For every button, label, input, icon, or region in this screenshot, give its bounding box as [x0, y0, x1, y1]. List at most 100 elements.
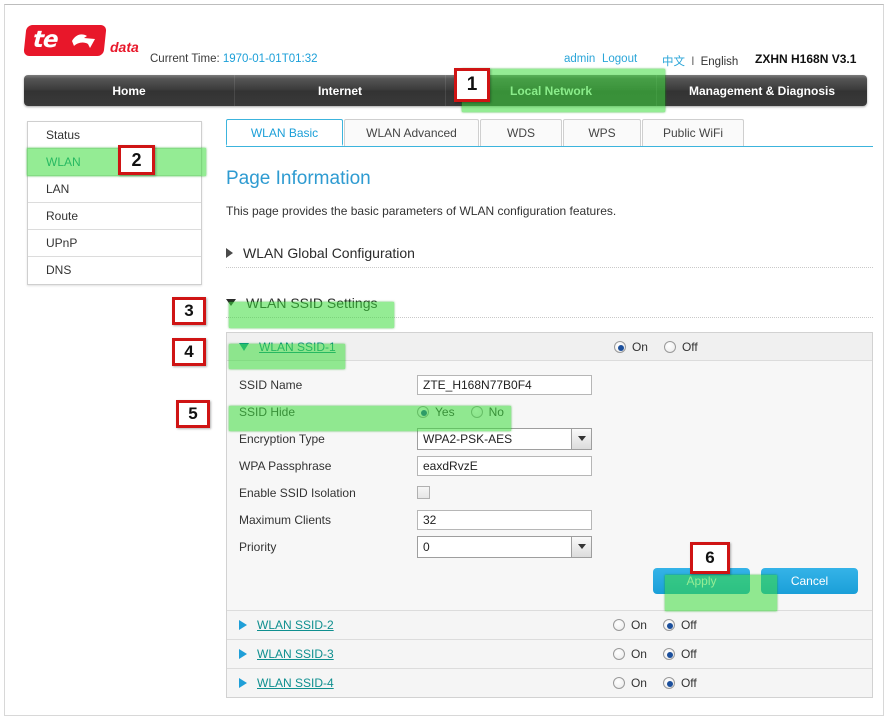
- highlight-overlay-ssid-1: [229, 344, 345, 369]
- ssid-1-off-label: Off: [682, 340, 698, 354]
- chevron-right-icon: [239, 649, 247, 659]
- annotation-badge-6: 6: [690, 542, 730, 574]
- ssid-4-radio-on[interactable]: [613, 677, 625, 689]
- ssid-name-input[interactable]: ZTE_H168N77B0F4: [417, 375, 592, 395]
- ssid-2-row[interactable]: WLAN SSID-2 On Off: [227, 610, 872, 639]
- ssid-2-link[interactable]: WLAN SSID-2: [257, 618, 334, 632]
- field-row-maximum-clients: Maximum Clients 32: [227, 506, 872, 533]
- ssid-name-label: SSID Name: [239, 378, 417, 392]
- sidebar-item-lan-label: LAN: [46, 182, 69, 196]
- nav-item-home-label: Home: [112, 84, 145, 98]
- logout-link[interactable]: Logout: [602, 53, 637, 65]
- tab-wlan-advanced[interactable]: WLAN Advanced: [344, 119, 479, 146]
- tab-public-wifi[interactable]: Public WiFi: [642, 119, 744, 146]
- nav-item-management-diagnosis[interactable]: Management & Diagnosis: [657, 75, 867, 106]
- field-row-ssid-isolation: Enable SSID Isolation: [227, 479, 872, 506]
- sidebar-item-status[interactable]: Status: [28, 122, 201, 149]
- sidebar-menu: Status WLAN LAN Route UPnP DNS: [27, 121, 202, 285]
- ssid-3-radio-on[interactable]: [613, 648, 625, 660]
- ssid-1-radio-off[interactable]: [664, 341, 676, 353]
- ssid-3-link[interactable]: WLAN SSID-3: [257, 647, 334, 661]
- ssid-2-on-label: On: [631, 618, 647, 632]
- highlight-overlay-apply: [665, 575, 777, 611]
- sidebar-item-route[interactable]: Route: [28, 203, 201, 230]
- tedata-logo: te data: [25, 25, 125, 59]
- wpa-passphrase-input[interactable]: eaxdRvzE: [417, 456, 592, 476]
- ssid-3-row[interactable]: WLAN SSID-3 On Off: [227, 639, 872, 668]
- annotation-badge-3: 3: [172, 297, 206, 325]
- lang-chinese-link[interactable]: 中文: [662, 56, 685, 68]
- sidebar-item-dns[interactable]: DNS: [28, 257, 201, 284]
- page-title: Page Information: [226, 168, 873, 190]
- page-description: This page provides the basic parameters …: [226, 204, 873, 218]
- current-time-value: 1970-01-01T01:32: [223, 53, 318, 65]
- ssid-4-link[interactable]: WLAN SSID-4: [257, 676, 334, 690]
- tab-strip: WLAN Basic WLAN Advanced WDS WPS Public …: [226, 119, 873, 146]
- admin-user: admin: [564, 53, 595, 65]
- tab-wlan-basic[interactable]: WLAN Basic: [226, 119, 343, 146]
- tab-wds[interactable]: WDS: [480, 119, 562, 146]
- nav-item-home[interactable]: Home: [24, 75, 235, 106]
- sidebar-item-lan[interactable]: LAN: [28, 176, 201, 203]
- ssid-4-onoff-group: On Off: [493, 676, 713, 690]
- sidebar-item-route-label: Route: [46, 209, 78, 223]
- highlight-overlay-local-network: [462, 69, 665, 112]
- section-wlan-global-configuration[interactable]: WLAN Global Configuration: [226, 244, 873, 268]
- tab-wds-label: WDS: [507, 126, 535, 140]
- device-model: ZXHN H168N V3.1: [755, 52, 856, 66]
- ssid-4-on-label: On: [631, 676, 647, 690]
- annotation-badge-4: 4: [172, 338, 206, 366]
- language-switcher[interactable]: 中文 I English: [662, 53, 738, 69]
- field-row-wpa-passphrase: WPA Passphrase eaxdRvzE: [227, 452, 872, 479]
- encryption-type-value: WPA2-PSK-AES: [423, 432, 512, 446]
- ssid-4-row[interactable]: WLAN SSID-4 On Off: [227, 668, 872, 697]
- annotation-badge-5: 5: [176, 400, 210, 428]
- logout-link-wrap[interactable]: Logout: [602, 53, 637, 65]
- wpa-passphrase-label: WPA Passphrase: [239, 459, 417, 473]
- highlight-overlay-ssid-settings: [229, 302, 394, 328]
- ssid-1-radio-on[interactable]: [614, 341, 626, 353]
- chevron-down-icon: [571, 429, 591, 449]
- priority-label: Priority: [239, 540, 417, 554]
- page-header: te data Current Time: 1970-01-01T01:32 a…: [5, 5, 883, 67]
- nav-item-management-diagnosis-label: Management & Diagnosis: [689, 84, 835, 98]
- logo-te-text: te: [32, 27, 58, 53]
- tab-wps[interactable]: WPS: [563, 119, 641, 146]
- lang-separator: I: [691, 56, 694, 68]
- ssid-3-off-label: Off: [681, 647, 697, 661]
- sidebar-item-dns-label: DNS: [46, 263, 71, 277]
- chevron-right-icon: [239, 678, 247, 688]
- ssid-3-radio-off[interactable]: [663, 648, 675, 660]
- ssid-3-onoff-group: On Off: [493, 647, 713, 661]
- chevron-right-icon: [239, 620, 247, 630]
- sidebar-item-status-label: Status: [46, 128, 80, 142]
- ssid-isolation-checkbox[interactable]: [417, 486, 430, 499]
- section-wlan-global-configuration-label: WLAN Global Configuration: [243, 245, 415, 261]
- ssid-4-off-label: Off: [681, 676, 697, 690]
- priority-select[interactable]: 0: [417, 536, 592, 558]
- ssid-2-radio-on[interactable]: [613, 619, 625, 631]
- priority-value: 0: [423, 540, 430, 554]
- annotation-badge-2: 2: [118, 145, 155, 175]
- chevron-down-icon: [571, 537, 591, 557]
- ssid-1-on-label: On: [632, 340, 648, 354]
- logo-swoosh-icon: [71, 32, 97, 49]
- nav-item-internet[interactable]: Internet: [235, 75, 446, 106]
- browser-page: te data Current Time: 1970-01-01T01:32 a…: [4, 4, 884, 716]
- sidebar-item-upnp[interactable]: UPnP: [28, 230, 201, 257]
- logo-data-text: data: [110, 39, 139, 55]
- tab-wps-label: WPS: [588, 126, 615, 140]
- lang-english-link[interactable]: English: [701, 56, 739, 68]
- tab-public-wifi-label: Public WiFi: [663, 126, 723, 140]
- ssid-4-radio-off[interactable]: [663, 677, 675, 689]
- ssid-1-onoff-group: On Off: [494, 340, 714, 354]
- tab-wlan-advanced-label: WLAN Advanced: [366, 126, 457, 140]
- nav-item-internet-label: Internet: [318, 84, 362, 98]
- annotation-badge-1: 1: [454, 68, 490, 102]
- chevron-right-icon: [226, 248, 233, 258]
- ssid-2-off-label: Off: [681, 618, 697, 632]
- maximum-clients-input[interactable]: 32: [417, 510, 592, 530]
- ssid-2-radio-off[interactable]: [663, 619, 675, 631]
- tab-strip-underline: [226, 146, 873, 147]
- field-row-priority: Priority 0: [227, 533, 872, 560]
